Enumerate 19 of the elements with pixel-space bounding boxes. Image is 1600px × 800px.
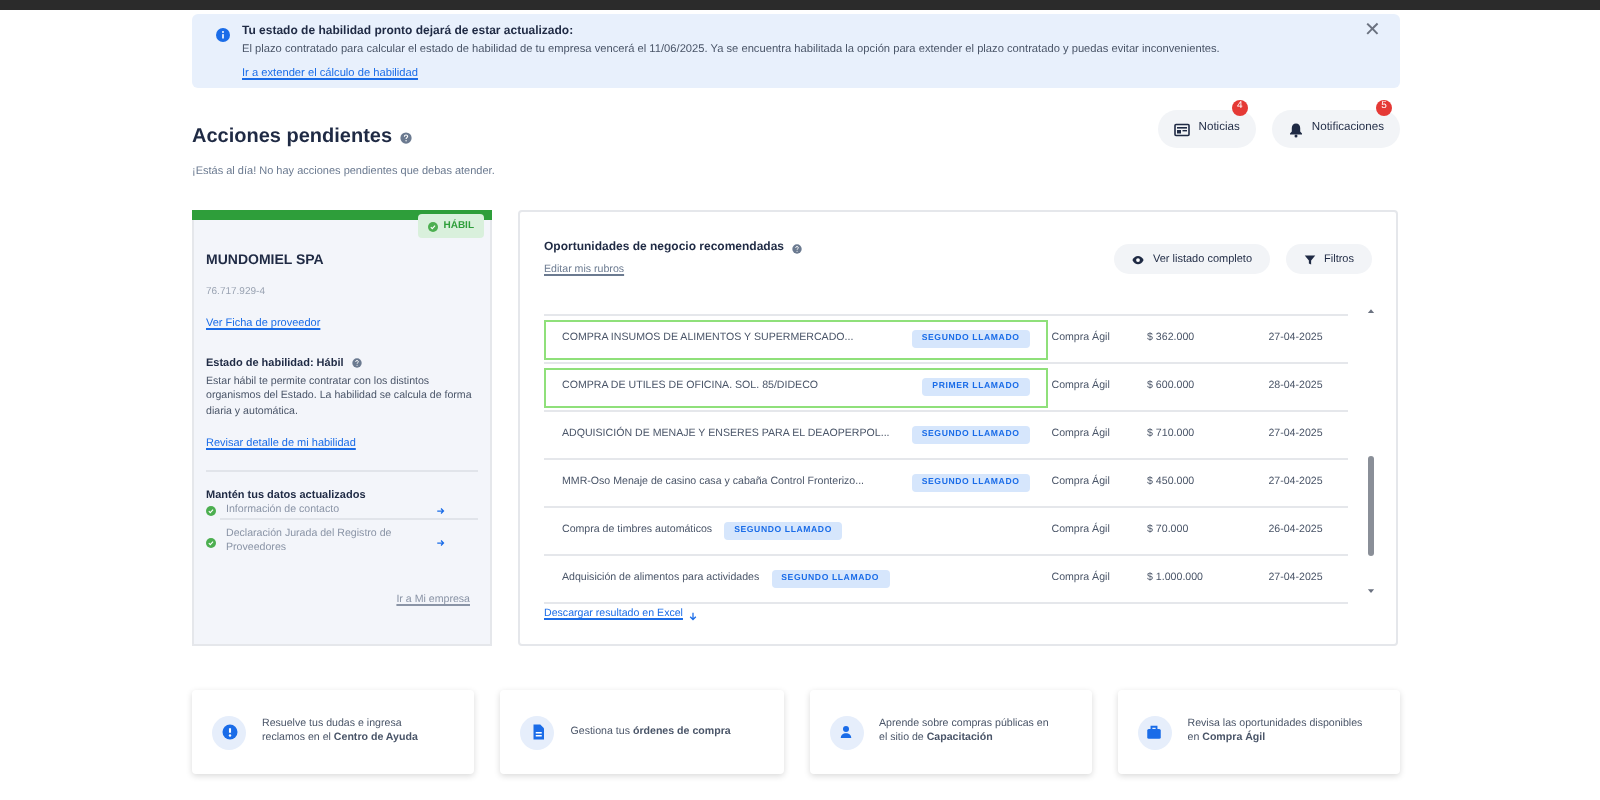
arrow-right-icon	[436, 537, 446, 548]
newspaper-icon	[1174, 121, 1191, 137]
help-icon	[400, 131, 413, 143]
scrollbar[interactable]	[1366, 306, 1376, 597]
bell-icon	[1287, 121, 1304, 137]
briefcase-icon	[1142, 720, 1167, 745]
info-icon	[216, 28, 230, 42]
scroll-down-icon	[1366, 586, 1376, 597]
help-icon	[351, 358, 362, 369]
download-icon	[688, 611, 699, 622]
scroll-up-icon	[1366, 306, 1376, 317]
help-icon	[792, 244, 803, 255]
eye-icon	[1132, 253, 1145, 266]
arrow-right-icon	[436, 505, 446, 516]
section-title: Acciones pendientes	[192, 124, 393, 152]
filter-icon	[1304, 253, 1317, 266]
close-button[interactable]: ✕	[1364, 22, 1380, 42]
check-icon	[427, 221, 438, 232]
question-icon	[217, 720, 241, 745]
